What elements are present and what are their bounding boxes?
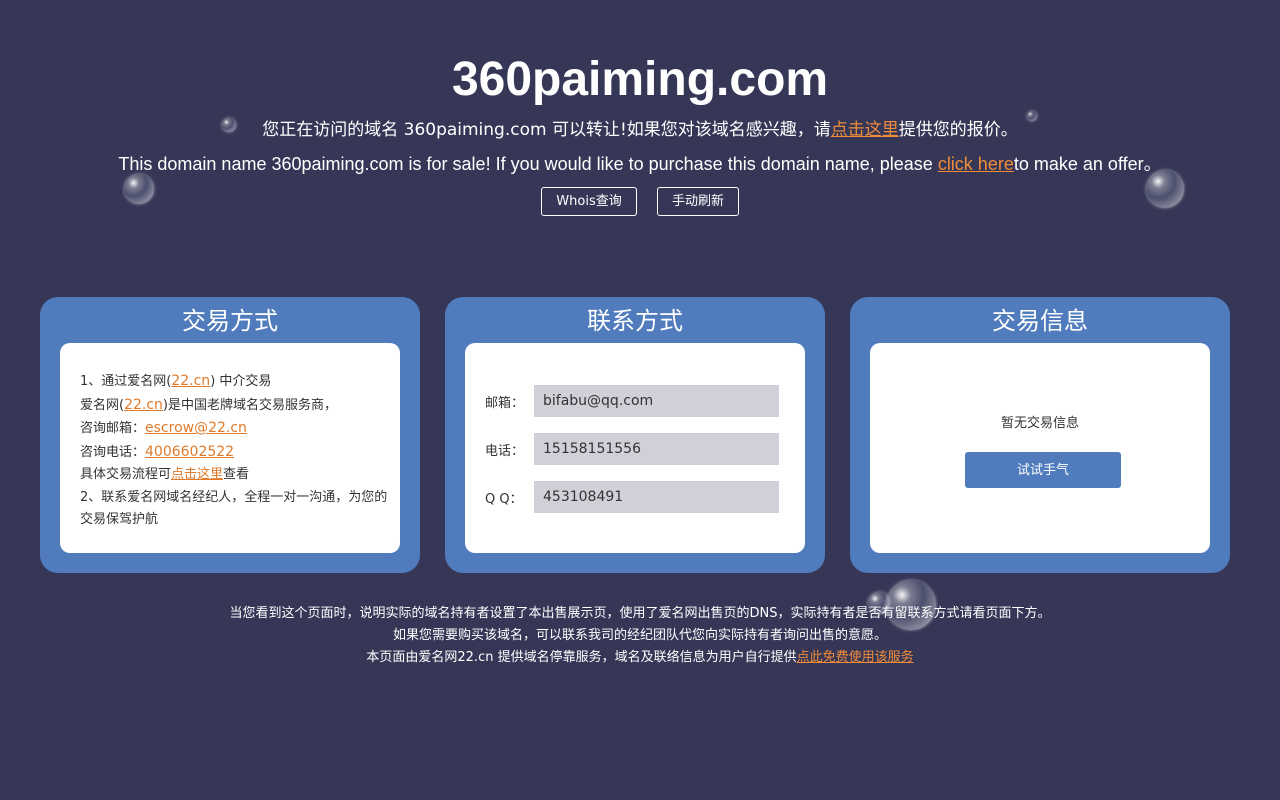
escrow-phone-link[interactable]: 4006602522 [145,444,234,460]
contact-qq-label: Q Q： [485,491,523,507]
contact-phone-value: 15158151556 [534,433,779,465]
trade-broker-line: 2、联系爱名网域名经纪人，全程一对一沟通，为您的交易保驾护航 [80,489,388,528]
22cn-link[interactable]: 22.cn [124,397,163,413]
trade-method-content: 1、通过爱名网(22.cn) 中介交易 爱名网(22.cn)是中国老牌域名交易服… [60,343,400,553]
contact-phone-label: 电话： [485,443,525,459]
footer-line-1: 当您看到这个页面时，说明实际的域名持有者设置了本出售展示页，使用了爱名网出售页的… [229,606,1051,621]
sale-notice-en: This domain name 360paiming.com is for s… [0,153,1280,175]
footer-line-3: 本页面由爱名网22.cn 提供域名停靠服务，域名及联络信息为用户自行提供点此免费… [0,647,1280,669]
sale-notice-cn: 您正在访问的域名 360paiming.com 可以转让!如果您对该域名感兴趣，… [0,119,1280,141]
trade-line-1-prefix: 1、通过爱名网( [80,374,172,389]
whois-button[interactable]: Whois查询 [541,187,637,216]
trade-method-text: 1、通过爱名网(22.cn) 中介交易 爱名网(22.cn)是中国老牌域名交易服… [80,370,390,532]
trade-process-suffix: 查看 [223,467,250,482]
trade-info-content: 暂无交易信息 试试手气 [870,343,1210,553]
contact-phone-row: 电话： 15158151556 [485,433,779,465]
card-title: 交易信息 [992,307,1088,335]
trade-line-2-suffix: )是中国老牌域名交易服务商， [162,397,337,413]
contact-qq-value: 453108491 [534,481,779,513]
trade-process-line: 具体交易流程可点击这里查看 [80,464,390,487]
footer: 当您看到这个页面时，说明实际的域名持有者设置了本出售展示页，使用了爱名网出售页的… [0,603,1280,669]
escrow-email-link[interactable]: escrow@22.cn [145,420,247,436]
sale-notice-en-text: This domain name 360paiming.com is for s… [118,154,938,174]
footer-line-3-text: 本页面由爱名网22.cn 提供域名停靠服务，域名及联络信息为用户自行提供 [366,650,797,665]
card-title: 联系方式 [587,307,683,335]
refresh-button[interactable]: 手动刷新 [657,187,739,216]
no-trade-info-text: 暂无交易信息 [1000,416,1079,431]
contact-qq-row: Q Q： 453108491 [485,481,779,513]
contact-card: 联系方式 邮箱： bifabu@qq.com 电话： 15158151556 Q… [445,297,825,573]
contact-email-row: 邮箱： bifabu@qq.com [485,385,779,417]
trade-line-2-prefix: 爱名网( [80,397,125,413]
header-actions: Whois查询 手动刷新 [0,187,1280,216]
try-luck-button[interactable]: 试试手气 [965,452,1121,488]
trade-email-label: 咨询邮箱： [80,421,146,436]
free-service-link[interactable]: 点此免费使用该服务 [797,650,914,665]
22cn-link[interactable]: 22.cn [171,373,210,389]
process-link[interactable]: 点击这里 [171,467,223,482]
trade-line-1: 1、通过爱名网(22.cn) 中介交易 [80,370,390,394]
trade-info-card: 交易信息 暂无交易信息 试试手气 [850,297,1230,573]
trade-phone-line: 咨询电话：4006602522 [80,441,390,465]
domain-title: 360paiming.com [451,53,829,106]
card-title: 交易方式 [182,307,278,335]
offer-link-cn[interactable]: 点击这里 [831,120,899,140]
footer-line-2: 如果您需要购买该域名，可以联系我司的经纪团队代您向实际持有者询问出售的意愿。 [392,628,887,643]
trade-line-1-suffix: ) 中介交易 [210,374,272,389]
trade-email-line: 咨询邮箱：escrow@22.cn [80,417,390,441]
trade-phone-label: 咨询电话： [80,444,146,460]
sale-notice-en-suffix: to make an offer。 [1013,154,1162,174]
contact-email-value: bifabu@qq.com [534,385,779,417]
trade-process-prefix: 具体交易流程可 [80,467,172,482]
offer-link-en[interactable]: click here [938,154,1014,174]
sale-notice-cn-suffix: 提供您的报价。 [898,120,1018,140]
trade-method-card: 交易方式 1、通过爱名网(22.cn) 中介交易 爱名网(22.cn)是中国老牌… [40,297,420,573]
sale-notice-cn-text: 您正在访问的域名 360paiming.com 可以转让!如果您对该域名感兴趣，… [262,120,831,140]
contact-content: 邮箱： bifabu@qq.com 电话： 15158151556 Q Q： 4… [465,343,805,553]
contact-email-label: 邮箱： [485,395,525,411]
trade-line-2: 爱名网(22.cn)是中国老牌域名交易服务商， [80,394,390,418]
